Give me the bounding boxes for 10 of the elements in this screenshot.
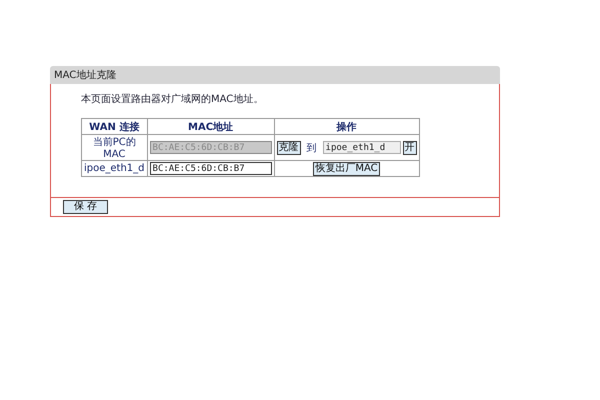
to-label: 到 bbox=[306, 142, 317, 154]
connection-cell: ipoe_eth1_d bbox=[82, 160, 148, 176]
restore-mac-button[interactable]: 恢复出厂MAC bbox=[313, 162, 380, 176]
save-button[interactable]: 保 存 bbox=[63, 200, 108, 214]
column-header: MAC地址 bbox=[147, 118, 274, 134]
mac-address-field[interactable]: BC:AE:C5:6D:CB:B7 bbox=[150, 162, 272, 175]
panel-title: MAC地址克隆 bbox=[54, 68, 116, 82]
column-header: WAN 连接 bbox=[82, 118, 148, 134]
column-header: 操作 bbox=[274, 118, 420, 134]
description-text: 本页面设置路由器对广域网的MAC地址。 bbox=[81, 92, 264, 106]
